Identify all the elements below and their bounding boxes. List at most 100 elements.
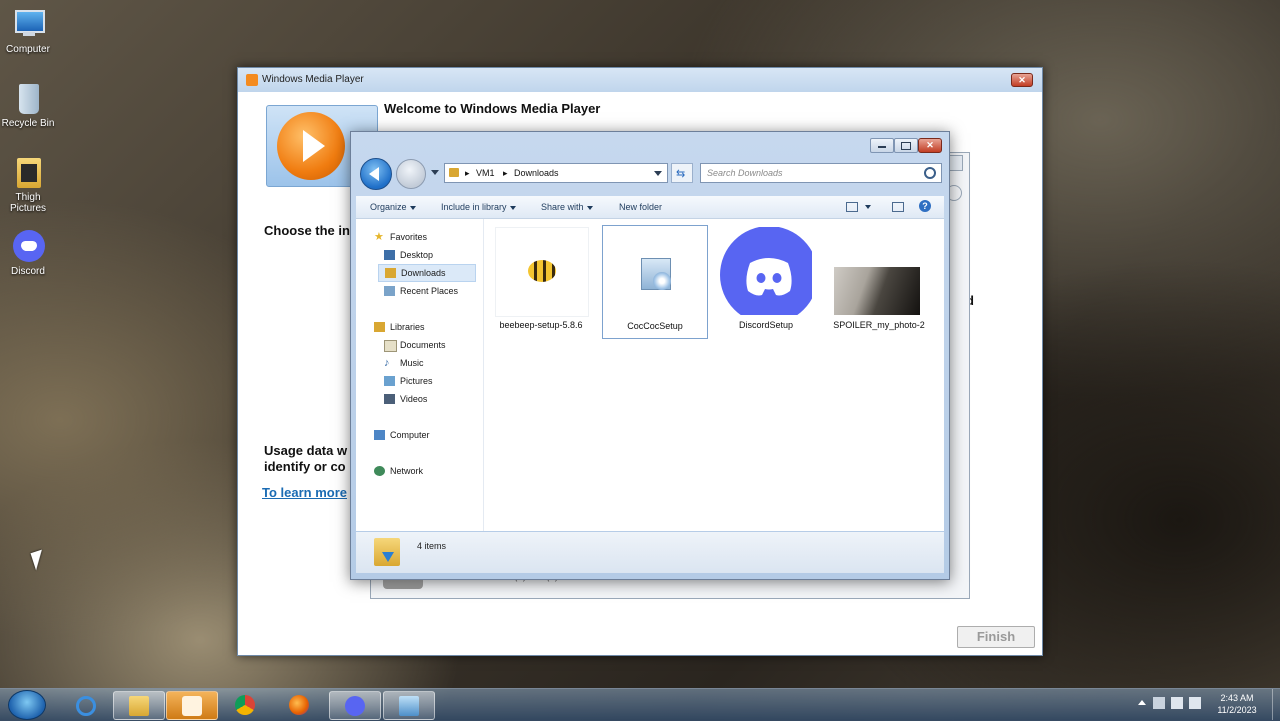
search-box[interactable]: Search Downloads — [700, 163, 942, 183]
wmp-close-button[interactable]: ✕ — [1011, 73, 1033, 87]
finish-button[interactable]: Finish — [957, 626, 1035, 648]
pictures-icon — [384, 376, 395, 386]
file-list: beebeep-setup-5.8.6 CocCocSetup DiscordS… — [484, 219, 944, 531]
command-bar: Organize Include in library Share with N… — [356, 196, 944, 219]
tray-network-icon[interactable] — [1171, 697, 1183, 709]
file-name: SPOILER_my_photo-2 — [833, 320, 925, 330]
refresh-button[interactable]: ⇆ — [671, 163, 693, 183]
tray-volume-icon[interactable] — [1189, 697, 1201, 709]
network-icon — [374, 466, 385, 476]
wmp-learn-more-link[interactable]: To learn more — [262, 485, 347, 500]
taskbar-chrome[interactable] — [220, 691, 270, 718]
item-count: 4 items — [417, 541, 447, 551]
computer-icon — [374, 430, 385, 440]
taskbar-discord[interactable] — [329, 691, 381, 720]
desktop-icon-thigh-pictures[interactable]: Thigh Pictures — [0, 156, 56, 214]
minimize-button[interactable] — [870, 138, 894, 153]
breadcrumb-separator: ▸ — [503, 168, 508, 178]
breadcrumb-separator: ▸ — [465, 168, 470, 178]
sidebar-item-downloads[interactable]: Downloads — [378, 264, 476, 282]
chrome-icon — [235, 695, 255, 715]
taskbar-windows-media-player[interactable] — [166, 691, 218, 720]
help-icon[interactable]: ? — [919, 200, 931, 212]
file-item-beebeep[interactable]: beebeep-setup-5.8.6 — [489, 225, 593, 337]
details-pane: 4 items — [356, 532, 944, 573]
wmp-usage-line2: identify or co — [264, 459, 346, 474]
music-icon: ♪ — [384, 357, 390, 369]
clock-date: 11/2/2023 — [1217, 705, 1257, 715]
show-hidden-icons-chevron-icon[interactable] — [1138, 700, 1146, 705]
wmp-choose-text: Choose the in — [264, 223, 350, 238]
wmp-usage-line1: Usage data w — [264, 443, 348, 458]
minimize-icon — [878, 146, 886, 148]
recent-places-icon — [384, 286, 395, 296]
file-item-spoiler-photo[interactable]: SPOILER_my_photo-2 — [827, 225, 931, 337]
organize-button[interactable]: Organize — [370, 202, 416, 212]
window-icon — [399, 696, 419, 716]
file-item-coccoc[interactable]: CocCocSetup — [602, 225, 708, 339]
back-button[interactable] — [360, 158, 392, 190]
documents-icon — [384, 340, 397, 352]
view-chevron-icon[interactable] — [865, 205, 871, 209]
downloads-folder-icon — [374, 538, 400, 566]
desktop-icon-recycle-bin[interactable]: Recycle Bin — [0, 82, 56, 129]
file-name: CocCocSetup — [627, 321, 683, 331]
beebeep-thumbnail — [495, 227, 589, 317]
desktop-icon-label: Thigh Pictures — [9, 192, 47, 214]
libraries-icon — [374, 322, 385, 332]
taskbar-file-explorer[interactable] — [113, 691, 165, 720]
wmp-app-icon — [246, 74, 258, 86]
cd-icon — [653, 272, 671, 290]
recycle-bin-icon — [11, 82, 45, 116]
recent-pages-chevron-icon[interactable] — [431, 170, 439, 175]
system-clock[interactable]: 2:43 AM 11/2/2023 — [1206, 692, 1268, 716]
desktop-icon-computer[interactable]: Computer — [0, 8, 56, 55]
folder-icon — [449, 168, 459, 177]
forward-button[interactable] — [396, 159, 426, 189]
maximize-icon — [901, 142, 911, 150]
taskbar-remote-window[interactable] — [383, 691, 435, 720]
breadcrumb-vm1[interactable]: VM1 — [476, 168, 495, 178]
file-name: DiscordSetup — [738, 320, 794, 330]
computer-icon — [11, 8, 45, 42]
internet-explorer-icon — [76, 696, 96, 716]
discord-icon — [720, 226, 818, 324]
show-desktop-button[interactable] — [1272, 689, 1280, 720]
desktop-icon — [384, 250, 395, 260]
discord-thumbnail — [720, 226, 818, 324]
wmp-titlebar[interactable]: Windows Media Player ✕ — [238, 68, 1042, 92]
address-bar[interactable]: ▸ VM1 ▸ Downloads — [444, 163, 668, 183]
mouse-cursor — [30, 549, 48, 571]
view-options-icon[interactable] — [846, 202, 858, 212]
tray-flag-icon[interactable] — [1153, 697, 1165, 709]
taskbar-internet-explorer[interactable] — [61, 691, 111, 718]
downloads-folder-icon — [385, 268, 396, 278]
taskbar-firefox[interactable] — [274, 691, 324, 718]
star-icon: ★ — [374, 231, 384, 243]
address-dropdown-icon[interactable] — [654, 171, 662, 176]
new-folder-button[interactable]: New folder — [619, 202, 662, 212]
search-icon — [924, 167, 936, 179]
explorer-window: ✕ ▸ VM1 ▸ Downloads ⇆ Search Downloads O… — [350, 131, 950, 580]
breadcrumb-downloads[interactable]: Downloads — [514, 168, 559, 178]
file-item-discordsetup[interactable]: DiscordSetup — [714, 225, 818, 337]
refresh-icon: ⇆ — [676, 168, 686, 180]
desktop-icon-label: Discord — [11, 266, 45, 277]
clock-time: 2:43 AM — [1220, 693, 1254, 703]
coccoc-thumbnail — [609, 228, 701, 316]
desktop-icon-label: Recycle Bin — [1, 118, 55, 129]
search-input[interactable]: Search Downloads — [707, 168, 783, 178]
desktop-icon-discord[interactable]: Discord — [0, 230, 56, 277]
videos-icon — [384, 394, 395, 404]
start-button[interactable] — [8, 690, 46, 720]
preview-pane-icon[interactable] — [892, 202, 904, 212]
explorer-close-button[interactable]: ✕ — [918, 138, 942, 153]
share-with-button[interactable]: Share with — [541, 202, 593, 212]
discord-icon — [11, 230, 45, 264]
wmp-play-icon — [277, 112, 345, 180]
firefox-icon — [289, 695, 309, 715]
maximize-button[interactable] — [894, 138, 918, 153]
include-in-library-button[interactable]: Include in library — [441, 202, 516, 212]
navigation-pane: ★ Favorites Desktop Downloads Recent Pla… — [356, 219, 484, 531]
wmp-title: Windows Media Player — [262, 74, 364, 85]
